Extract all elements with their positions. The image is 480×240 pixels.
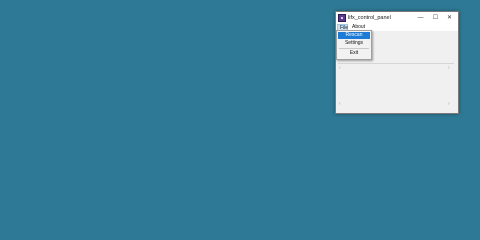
- app-window: lifx_control_panel — ☐ ✕ File About ‹ › …: [335, 11, 459, 114]
- window-title: lifx_control_panel: [348, 15, 391, 21]
- menu-item-exit[interactable]: Exit: [338, 50, 370, 57]
- menu-item-rescan[interactable]: Rescan: [338, 32, 370, 39]
- scroll-right-icon[interactable]: ›: [448, 102, 450, 107]
- close-button[interactable]: ✕: [442, 12, 457, 24]
- maximize-button[interactable]: ☐: [428, 12, 443, 24]
- menu-separator: [339, 48, 369, 49]
- scroll-left-icon[interactable]: ‹: [339, 102, 341, 107]
- content-panel-top: ‹ ›: [338, 63, 454, 94]
- scroll-left-icon[interactable]: ‹: [339, 66, 341, 71]
- app-icon: [338, 14, 346, 22]
- menu-item-settings[interactable]: Settings: [338, 40, 370, 47]
- content-panel-bottom: ‹ ›: [338, 100, 454, 130]
- title-bar[interactable]: lifx_control_panel — ☐ ✕: [336, 12, 458, 24]
- minimize-button[interactable]: —: [413, 12, 428, 24]
- file-dropdown-menu: Rescan Settings Exit: [336, 30, 372, 60]
- scroll-right-icon[interactable]: ›: [448, 66, 450, 71]
